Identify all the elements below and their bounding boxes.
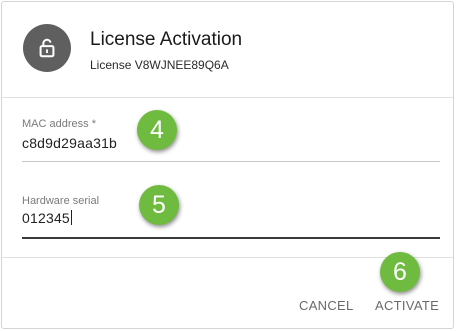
- unlock-icon: [23, 24, 71, 72]
- mac-address-label: MAC address *: [22, 118, 96, 130]
- mac-address-input[interactable]: c8d9d29aa31b: [22, 135, 117, 151]
- hardware-serial-input[interactable]: 012345: [22, 210, 72, 226]
- hardware-serial-label: Hardware serial: [22, 195, 100, 207]
- hardware-serial-underline: [22, 237, 440, 239]
- header-divider: [2, 97, 453, 98]
- step-badge-6: 6: [380, 252, 420, 292]
- step-badge-4: 4: [137, 110, 177, 150]
- activate-button[interactable]: ACTIVATE: [375, 298, 439, 313]
- hardware-serial-value: 012345: [22, 210, 70, 226]
- mac-address-underline: [22, 161, 440, 162]
- cancel-button[interactable]: CANCEL: [299, 298, 354, 313]
- dialog-title: License Activation: [90, 29, 243, 50]
- text-caret: [70, 210, 72, 225]
- license-key-label: License V8WJNEE89Q6A: [90, 58, 229, 72]
- step-badge-5: 5: [139, 185, 179, 225]
